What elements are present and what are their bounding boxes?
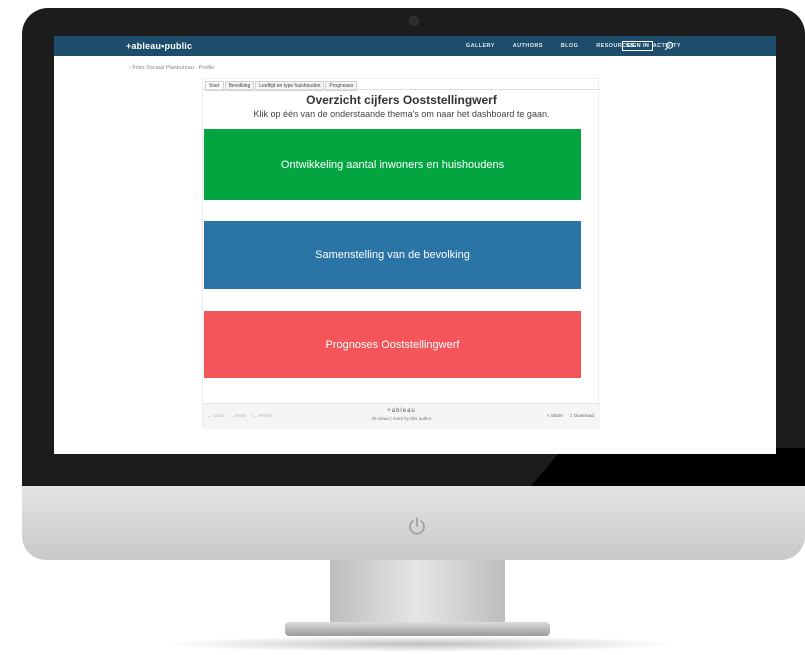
download-label: Download bbox=[573, 413, 594, 418]
profile-back-link[interactable]: ‹ Fries Sociaal Planbureau - Profile bbox=[129, 65, 214, 71]
share-icon: < bbox=[547, 413, 550, 418]
monitor-stand bbox=[330, 560, 505, 628]
tableau-public-logo[interactable]: +ableau•public bbox=[126, 41, 192, 51]
theme-block-inwoners[interactable]: Ontwikkeling aantal inwoners en huishoud… bbox=[204, 129, 581, 200]
views-count: 29 views | more by this author bbox=[371, 416, 432, 421]
screen: +ableau•public GALLERY AUTHORS BLOG RESO… bbox=[54, 36, 776, 454]
tableau-brand[interactable]: +ableau bbox=[203, 408, 600, 414]
share-label: Share bbox=[550, 413, 563, 418]
nav-blog[interactable]: BLOG bbox=[561, 43, 579, 49]
share-button[interactable]: < Share bbox=[547, 413, 563, 419]
dashboard-title: Overzicht cijfers Ooststellingwerf bbox=[306, 93, 497, 107]
nav-gallery[interactable]: GALLERY bbox=[466, 43, 495, 49]
theme-block-label: Samenstelling van de bevolking bbox=[315, 249, 470, 261]
toolbar-actions: < Share ⇩ Download bbox=[547, 413, 594, 419]
theme-block-label: Prognoses Ooststellingwerf bbox=[325, 338, 460, 351]
tab-divider bbox=[203, 89, 600, 90]
dashboard-subtitle: Klik op één van de onderstaande thema's … bbox=[253, 109, 550, 119]
top-navigation: +ableau•public GALLERY AUTHORS BLOG RESO… bbox=[54, 36, 776, 56]
sign-in-button[interactable]: SIGN IN bbox=[622, 41, 654, 51]
power-icon bbox=[409, 517, 425, 535]
camera-dot bbox=[409, 16, 419, 26]
toolbar-center: +ableau 29 views | more by this author bbox=[203, 408, 600, 421]
tableau-viz: Start Bevolking Leeftijd en type huishou… bbox=[202, 78, 600, 429]
theme-block-bevolking[interactable]: Samenstelling van de bevolking bbox=[204, 221, 581, 289]
stand-shadow bbox=[160, 636, 680, 652]
theme-block-prognoses[interactable]: Prognoses Ooststellingwerf bbox=[204, 311, 581, 378]
theme-block-label: Ontwikkeling aantal inwoners en huishoud… bbox=[280, 158, 505, 171]
viz-toolbar: ← Undo → Redo |← Revert +ableau 29 views… bbox=[203, 403, 600, 429]
download-icon: ⇩ bbox=[568, 413, 573, 418]
search-icon[interactable] bbox=[664, 41, 674, 51]
download-button[interactable]: ⇩ Download bbox=[569, 413, 594, 419]
nav-authors[interactable]: AUTHORS bbox=[513, 43, 543, 49]
monitor-base bbox=[285, 622, 550, 636]
imac-mockup: +ableau•public GALLERY AUTHORS BLOG RESO… bbox=[0, 0, 805, 655]
